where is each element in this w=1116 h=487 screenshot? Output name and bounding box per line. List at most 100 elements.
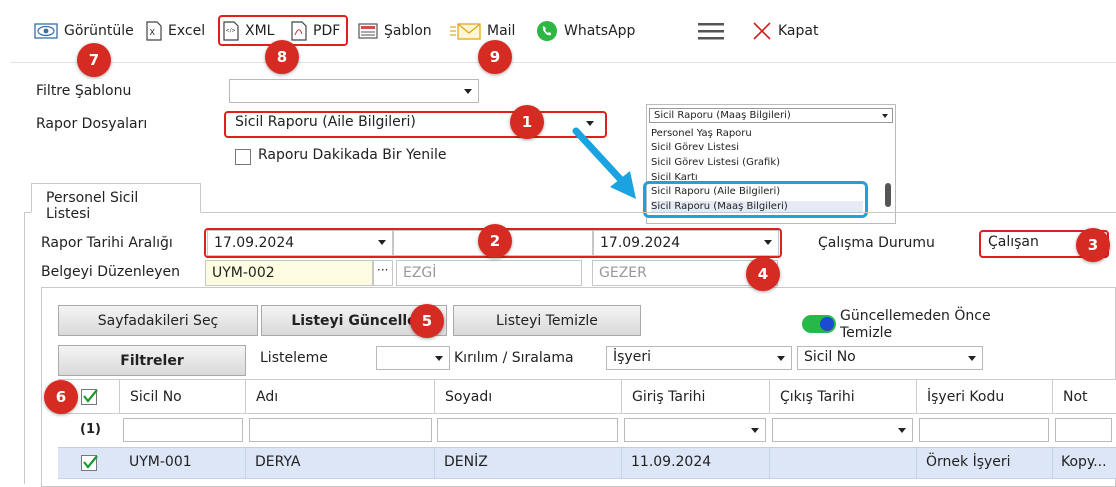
checkmark-icon: [83, 455, 98, 469]
cell-divider: [245, 448, 246, 479]
template-button[interactable]: Şablon: [358, 20, 432, 42]
svg-text:X: X: [150, 28, 156, 37]
chevron-down-icon: [882, 114, 888, 118]
issuer-label: Belgeyi Düzenleyen: [41, 264, 180, 280]
mail-button[interactable]: Mail: [449, 20, 515, 42]
filter-sicil-no[interactable]: [123, 418, 243, 442]
checkmark-icon: [83, 389, 98, 403]
popup-item[interactable]: Sicil Görev Listesi: [651, 142, 739, 153]
issuer-code-field[interactable]: UYM-002: [205, 260, 373, 286]
hamburger-menu-icon: [698, 23, 724, 40]
grid-header: Sicil No Adı Soyadı Giriş Tarihi Çıkış T…: [58, 379, 1116, 415]
whatsapp-icon: [537, 21, 557, 41]
popup-item[interactable]: Sicil Görev Listesi (Grafik): [651, 157, 780, 168]
view-button[interactable]: Görüntüle: [34, 20, 134, 42]
excel-file-icon: X: [146, 21, 162, 41]
popup-item[interactable]: Personel Yaş Raporu: [651, 128, 752, 139]
popup-selected-value: Sicil Raporu (Maaş Bilgileri): [654, 110, 791, 121]
listing-label: Listeleme: [260, 350, 328, 366]
grid-filter-row: (1): [58, 414, 1116, 448]
callout-badge-9: 9: [478, 40, 512, 74]
clear-before-update-toggle[interactable]: [802, 315, 836, 333]
cell-soyadi: DENİZ: [444, 454, 488, 470]
report-files-highlight: [224, 111, 607, 138]
listing-select[interactable]: [376, 346, 450, 370]
callout-arrow-icon: [572, 127, 636, 199]
col-header-giris-tarihi[interactable]: Giriş Tarihi: [621, 380, 769, 415]
template-icon: [358, 23, 378, 39]
filter-soyadi[interactable]: [437, 418, 618, 442]
chevron-down-icon: [898, 428, 906, 433]
mail-label: Mail: [487, 23, 516, 39]
eye-icon: [34, 23, 58, 39]
template-label: Şablon: [384, 23, 432, 39]
chevron-down-icon: [435, 356, 443, 361]
filter-template-select[interactable]: [229, 79, 479, 103]
row-checkbox[interactable]: [81, 455, 98, 471]
close-icon: [753, 22, 771, 40]
col-header-sicil-no[interactable]: Sicil No: [119, 380, 245, 415]
issuer-first-name-value: EZGİ: [403, 265, 437, 281]
cell-divider: [916, 448, 917, 479]
table-row[interactable]: UYM-001 DERYA DENİZ 11.09.2024 Örnek İşy…: [58, 448, 1116, 479]
menu-button[interactable]: [697, 20, 725, 42]
refresh-label: Raporu Dakikada Bir Yenile: [258, 147, 447, 163]
col-header-soyadi[interactable]: Soyadı: [434, 380, 621, 415]
chevron-down-icon: [968, 356, 976, 361]
issuer-last-name-value: GEZER: [599, 265, 647, 281]
whatsapp-label: WhatsApp: [564, 23, 636, 39]
close-button[interactable]: Kapat: [752, 20, 818, 42]
callout-badge-3: 3: [1076, 228, 1110, 262]
cell-isyeri-kodu: Örnek İşyeri: [926, 454, 1011, 470]
cell-divider: [1052, 448, 1053, 479]
callout-badge-5: 5: [410, 304, 444, 338]
col-header-not[interactable]: Not: [1052, 380, 1116, 415]
issuer-code-value: UYM-002: [212, 265, 275, 281]
callout-badge-2: 2: [478, 224, 512, 258]
excel-button[interactable]: X Excel: [146, 20, 205, 42]
cell-divider: [621, 448, 622, 479]
popup-select[interactable]: Sicil Raporu (Maaş Bilgileri): [649, 108, 893, 123]
filter-not[interactable]: [1055, 418, 1112, 442]
callout-badge-8: 8: [265, 40, 299, 74]
breakdown-label: Kırılım / Sıralama: [454, 350, 574, 366]
cell-giris-tarihi: 11.09.2024: [631, 454, 712, 470]
tab-panel-border: [24, 213, 25, 484]
cell-divider: [434, 448, 435, 479]
view-label: Görüntüle: [64, 23, 134, 39]
issuer-first-name-field[interactable]: EZGİ: [396, 260, 582, 286]
select-all-checkbox[interactable]: [81, 389, 98, 405]
work-status-label: Çalışma Durumu: [818, 235, 935, 251]
chevron-down-icon: [751, 428, 759, 433]
filters-button[interactable]: Filtreler: [58, 345, 246, 376]
chevron-down-icon: [777, 356, 785, 361]
popup-scrollbar[interactable]: [883, 125, 893, 223]
sort-select[interactable]: Sicil No: [797, 346, 983, 370]
breakdown-select[interactable]: İşyeri: [606, 346, 792, 370]
toolbar-divider: [10, 62, 1116, 63]
chevron-down-icon: [464, 89, 472, 94]
clear-list-button[interactable]: Listeyi Temizle: [453, 305, 641, 336]
callout-badge-6: 6: [44, 380, 78, 414]
clear-before-update-label: Güncellemeden Önce: [840, 308, 991, 324]
filter-cikis-tarihi[interactable]: [772, 418, 913, 442]
excel-label: Excel: [168, 23, 206, 39]
callout-badge-4: 4: [746, 257, 780, 291]
filter-isyeri-kodu[interactable]: [919, 418, 1049, 442]
callout-badge-1: 1: [510, 105, 544, 139]
col-header-cikis-tarihi[interactable]: Çıkış Tarihi: [769, 380, 916, 415]
whatsapp-button[interactable]: WhatsApp: [536, 20, 635, 42]
col-header-adi[interactable]: Adı: [245, 380, 434, 415]
toolbar: Görüntüle X Excel </> XML PDF Şablon Mai…: [0, 0, 1116, 62]
tab-personel-sicil-listesi[interactable]: Personel Sicil Listesi: [31, 183, 201, 222]
refresh-checkbox[interactable]: [235, 149, 251, 165]
filter-giris-tarihi[interactable]: [624, 418, 766, 442]
cell-sicil-no: UYM-001: [129, 454, 192, 470]
scrollbar-thumb[interactable]: [885, 183, 891, 207]
breakdown-value: İşyeri: [613, 349, 651, 365]
select-page-button[interactable]: Sayfadakileri Seç: [58, 305, 258, 336]
col-header-isyeri-kodu[interactable]: İşyeri Kodu: [916, 380, 1052, 415]
filter-adi[interactable]: [249, 418, 432, 442]
callout-badge-7: 7: [77, 43, 111, 77]
issuer-lookup-button[interactable]: ···: [373, 260, 393, 286]
